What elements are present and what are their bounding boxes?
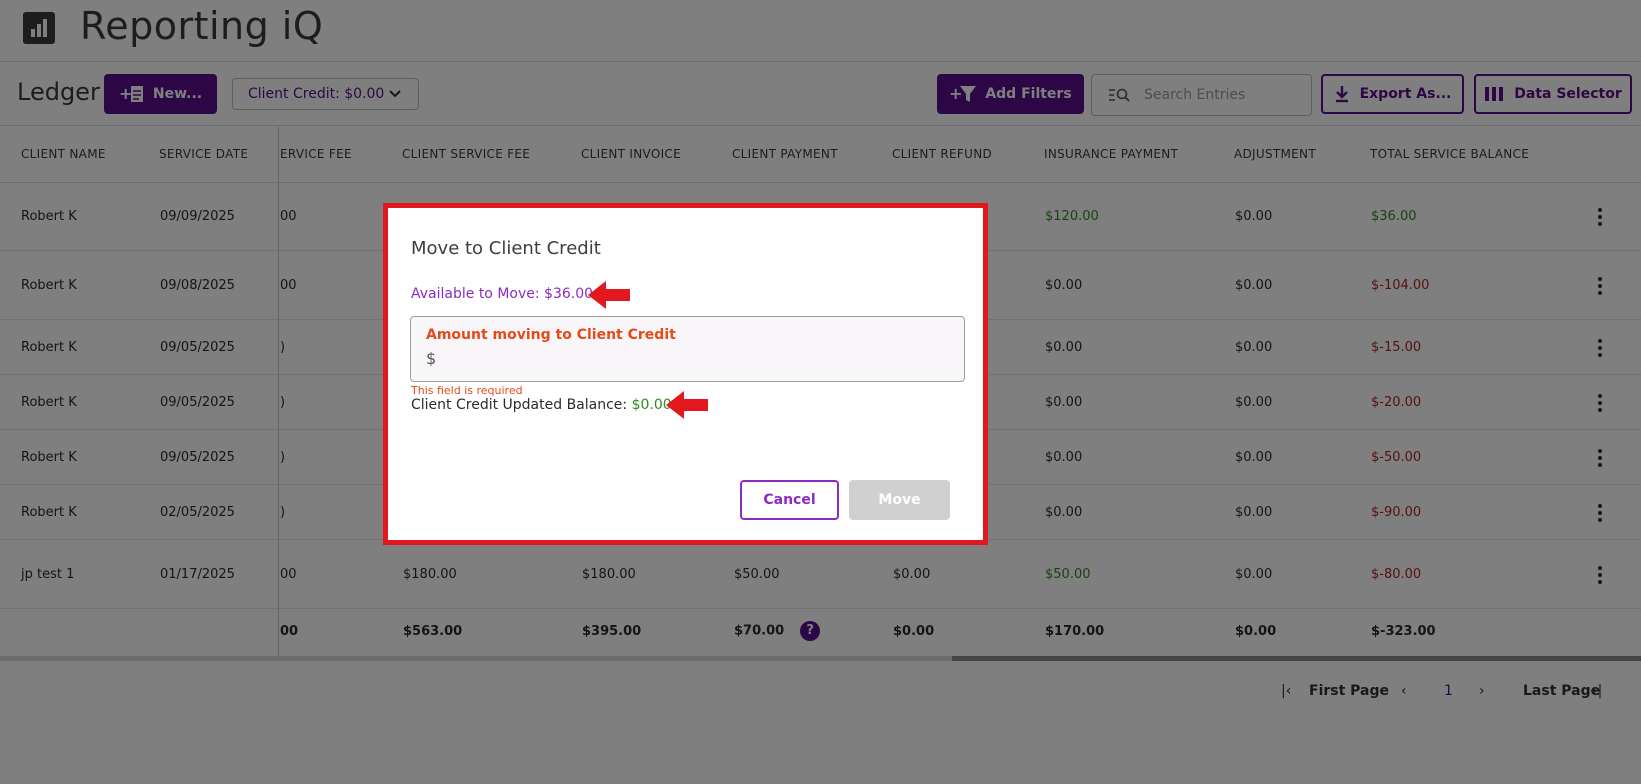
cancel-button[interactable]: Cancel [740,480,839,520]
updated-balance: Client Credit Updated Balance: $0.00 [411,397,672,413]
red-arrow-icon [666,391,708,419]
amount-field[interactable]: Amount moving to Client Credit $ [410,316,965,382]
move-button[interactable]: Move [849,480,950,520]
dialog-title: Move to Client Credit [411,238,601,259]
field-error: This field is required [411,384,523,397]
currency-prefix: $ [426,349,437,368]
amount-field-label: Amount moving to Client Credit [426,327,676,343]
amount-input[interactable] [443,347,943,371]
red-arrow-icon [588,281,630,309]
updated-balance-label: Client Credit Updated Balance: [411,397,628,413]
available-to-move: Available to Move: $36.00 [411,286,594,302]
move-to-client-credit-dialog: Move to Client Credit Available to Move:… [383,203,988,545]
